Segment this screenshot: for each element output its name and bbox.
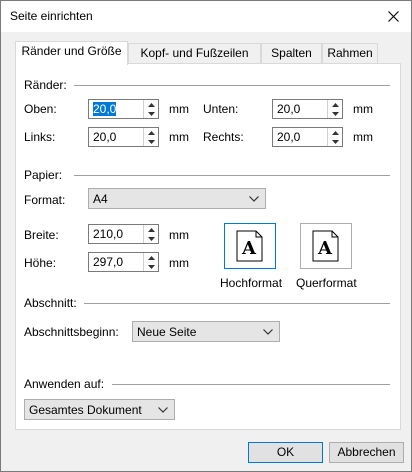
unit-label: mm (169, 228, 189, 242)
top-margin-label: Oben: (24, 102, 57, 116)
spin-up-button[interactable] (144, 253, 158, 262)
arrow-up-icon (147, 255, 155, 260)
apply-divider (112, 384, 390, 385)
arrow-down-icon (147, 264, 155, 269)
close-button[interactable] (381, 5, 405, 27)
chevron-down-icon (158, 407, 168, 413)
tab-panel: Ränder: Oben: 20,0 mm Unten: 20,0 mm Lin… (15, 63, 401, 430)
portrait-page-icon: A (236, 230, 263, 262)
spin-down-button[interactable] (328, 137, 342, 146)
landscape-glyph: A (317, 238, 333, 259)
tab-header-footer[interactable]: Kopf- und Fußzeilen (128, 43, 261, 64)
top-margin-spinner[interactable]: 20,0 (88, 99, 159, 119)
arrow-down-icon (331, 139, 339, 144)
arrow-down-icon (331, 111, 339, 116)
spin-up-button[interactable] (144, 128, 158, 137)
spin-down-button[interactable] (144, 262, 158, 271)
left-margin-label: Links: (24, 130, 56, 144)
ok-button[interactable]: OK (248, 442, 323, 463)
unit-label: mm (353, 130, 373, 144)
apply-to-label: Anwenden auf: (24, 377, 105, 391)
arrow-down-icon (147, 236, 155, 241)
format-value: A4 (93, 192, 108, 206)
unit-label: mm (169, 102, 189, 116)
section-divider (84, 303, 390, 304)
arrow-up-icon (147, 130, 155, 135)
width-input[interactable]: 210,0 (89, 225, 143, 243)
margins-group-label: Ränder: (24, 78, 67, 92)
margins-divider (74, 85, 390, 86)
bottom-margin-label: Unten: (203, 102, 239, 116)
chevron-down-icon (249, 196, 259, 202)
spin-up-button[interactable] (328, 128, 342, 137)
portrait-glyph: A (241, 238, 257, 259)
format-label: Format: (24, 193, 66, 207)
page-setup-dialog: Seite einrichten Ränder und Größe Kopf- … (0, 0, 412, 472)
arrow-up-icon (147, 227, 155, 232)
unit-label: mm (169, 256, 189, 270)
landscape-label: Querformat (296, 276, 357, 290)
cancel-button[interactable]: Abbrechen (329, 442, 404, 463)
right-margin-label: Rechts: (203, 130, 244, 144)
paper-divider (74, 175, 390, 176)
section-group-label: Abschnitt: (24, 296, 77, 310)
section-start-label: Abschnittsbeginn: (24, 325, 119, 339)
title-bar: Seite einrichten (1, 1, 411, 32)
spin-down-button[interactable] (144, 234, 158, 243)
height-input[interactable]: 297,0 (89, 253, 143, 271)
bottom-margin-input[interactable]: 20,0 (273, 100, 327, 118)
top-margin-input[interactable]: 20,0 (89, 100, 143, 118)
arrow-up-icon (331, 102, 339, 107)
tab-borders[interactable]: Rahmen (322, 43, 378, 64)
arrow-up-icon (147, 102, 155, 107)
paper-group-label: Papier: (24, 168, 63, 182)
spin-up-button[interactable] (144, 225, 158, 234)
right-margin-spinner[interactable]: 20,0 (272, 127, 343, 147)
unit-label: mm (169, 130, 189, 144)
height-label: Höhe: (24, 256, 57, 270)
landscape-button[interactable]: A (300, 223, 352, 269)
tab-columns[interactable]: Spalten (261, 43, 322, 64)
arrow-up-icon (331, 130, 339, 135)
spin-up-button[interactable] (328, 100, 342, 109)
spin-down-button[interactable] (144, 109, 158, 118)
unit-label: mm (353, 102, 373, 116)
apply-to-select[interactable]: Gesamtes Dokument (24, 399, 175, 420)
window-title: Seite einrichten (10, 9, 93, 23)
spin-down-button[interactable] (144, 137, 158, 146)
spin-up-button[interactable] (144, 100, 158, 109)
arrow-down-icon (147, 139, 155, 144)
apply-to-value: Gesamtes Dokument (29, 403, 142, 417)
bottom-margin-spinner[interactable]: 20,0 (272, 99, 343, 119)
format-select[interactable]: A4 (88, 188, 266, 209)
width-spinner[interactable]: 210,0 (88, 224, 159, 244)
landscape-page-icon: A (312, 230, 339, 262)
width-label: Breite: (24, 228, 59, 242)
portrait-label: Hochformat (220, 276, 283, 290)
left-margin-input[interactable]: 20,0 (89, 128, 143, 146)
left-margin-spinner[interactable]: 20,0 (88, 127, 159, 147)
height-spinner[interactable]: 297,0 (88, 252, 159, 272)
close-icon (387, 10, 399, 22)
section-start-select[interactable]: Neue Seite (132, 321, 280, 342)
right-margin-input[interactable]: 20,0 (273, 128, 327, 146)
arrow-down-icon (147, 111, 155, 116)
tab-margins-size[interactable]: Ränder und Größe (15, 41, 128, 65)
chevron-down-icon (263, 329, 273, 335)
spin-down-button[interactable] (328, 109, 342, 118)
section-start-value: Neue Seite (137, 325, 197, 339)
portrait-button[interactable]: A (224, 223, 276, 269)
